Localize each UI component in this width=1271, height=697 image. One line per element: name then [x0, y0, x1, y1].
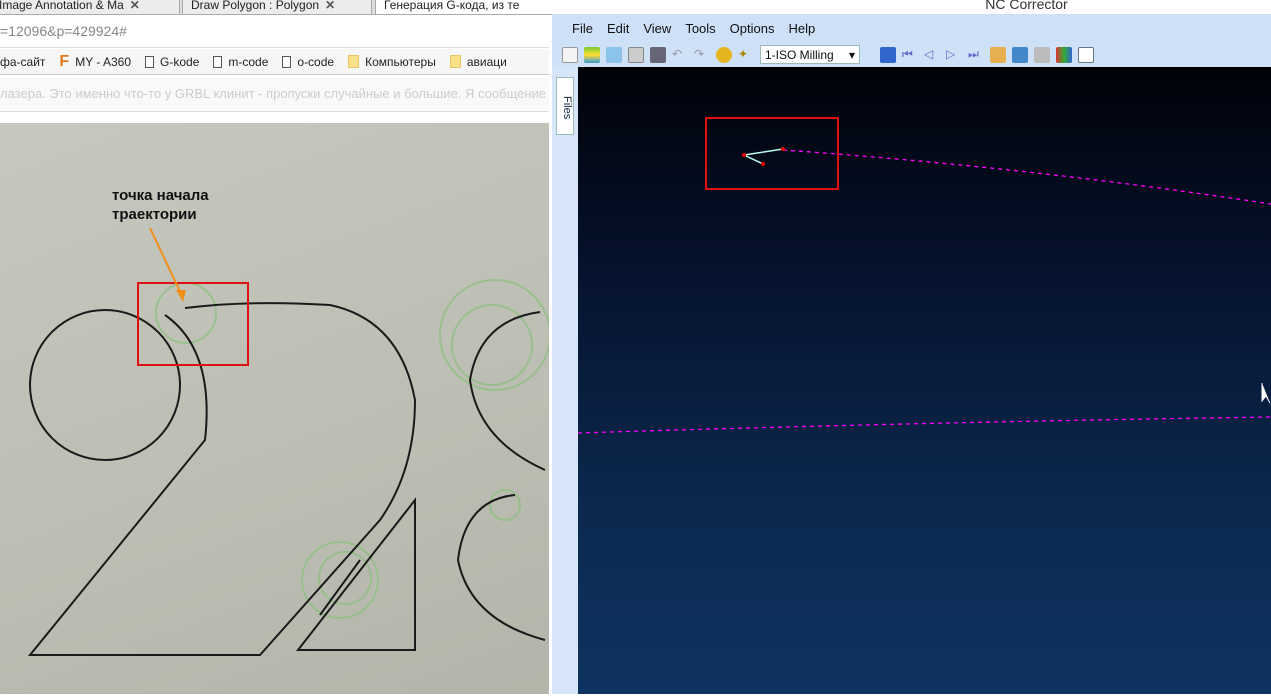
- menu-bar: File Edit View Tools Options Help: [552, 15, 1271, 42]
- page-text: лазера. Это именно что-то у GRBL клинит …: [0, 78, 549, 112]
- menu-view[interactable]: View: [643, 21, 671, 36]
- highlight-box: [705, 117, 839, 190]
- tab-label: Генерация G-кода, из те: [384, 0, 520, 12]
- bookmark[interactable]: фа-сайт: [0, 55, 45, 69]
- toolpath-viewport[interactable]: [577, 67, 1271, 694]
- shapes-icon[interactable]: [1056, 46, 1072, 63]
- menu-tools[interactable]: Tools: [685, 21, 715, 36]
- page-icon: [145, 55, 155, 68]
- mouse-cursor-icon: [1261, 383, 1271, 404]
- browser-window: Image Annotation & Ma ✕ Draw Polygon : Po…: [0, 0, 555, 694]
- browser-tab-strip: Image Annotation & Ma ✕ Draw Polygon : Po…: [0, 0, 555, 15]
- bookmark[interactable]: F MY - A360: [59, 53, 131, 71]
- faded-text: лазера. Это именно что-то у GRBL клинит …: [0, 86, 547, 101]
- window-title: NC Corrector: [552, 0, 1271, 14]
- page-icon: [282, 55, 292, 68]
- chart-icon[interactable]: [1012, 46, 1028, 63]
- next-icon[interactable]: ▷: [946, 47, 962, 63]
- folder-icon: [348, 55, 360, 68]
- slider-icon[interactable]: [880, 46, 896, 63]
- annotation-label: точка начала траектории: [112, 186, 209, 224]
- files-tab[interactable]: Files: [556, 77, 574, 135]
- bookmark-label: MY - A360: [75, 54, 132, 69]
- new-file-icon[interactable]: [562, 46, 578, 63]
- toolpath-start: [743, 148, 784, 165]
- close-icon[interactable]: ✕: [325, 0, 335, 12]
- toolbar: ↶ ↷ ✦ 1-ISO Milling ▾ ⏮ ◁ ▷ ⏭: [552, 42, 1271, 67]
- menu-help[interactable]: Help: [788, 21, 815, 36]
- toolpath-line: [577, 416, 1271, 434]
- window-icon[interactable]: [1078, 46, 1094, 63]
- menu-options[interactable]: Options: [730, 21, 775, 36]
- print-icon[interactable]: [650, 46, 666, 63]
- page-icon: [213, 55, 223, 68]
- machine-select[interactable]: 1-ISO Milling ▾: [760, 45, 860, 64]
- bookmark[interactable]: m-code: [213, 55, 268, 69]
- bookmark-label: фа-сайт: [0, 54, 46, 69]
- drawing-photo: точка начала траектории: [0, 123, 551, 694]
- ruler-icon[interactable]: [990, 46, 1006, 63]
- bookmark[interactable]: o-code: [282, 55, 334, 69]
- address-bar[interactable]: =12096&p=429924#: [0, 16, 549, 48]
- bookmark[interactable]: авиаци: [449, 54, 507, 69]
- close-icon[interactable]: ✕: [130, 0, 140, 12]
- bookmark-label: Компьютеры: [365, 54, 436, 69]
- bookmark[interactable]: G-kode: [145, 55, 199, 69]
- last-icon[interactable]: ⏭: [968, 47, 984, 63]
- bookmark-label: G-kode: [160, 54, 200, 69]
- fusion-icon: F: [59, 52, 70, 70]
- machine-select-value: 1-ISO Milling: [765, 47, 834, 62]
- side-panel: Files: [552, 67, 578, 694]
- tab-label: Draw Polygon : Polygon: [191, 0, 320, 12]
- bug-icon[interactable]: [716, 46, 732, 63]
- annotation-line: траектории: [112, 206, 197, 223]
- bookmark-label: авиаци: [466, 54, 507, 69]
- tab-label: Image Annotation & Ma: [0, 0, 124, 12]
- first-icon[interactable]: ⏮: [902, 47, 918, 63]
- prev-icon[interactable]: ◁: [924, 47, 940, 63]
- folder-icon: [449, 55, 461, 68]
- annotation-line: точка начала: [112, 187, 209, 204]
- toolpath-canvas: [577, 117, 1271, 434]
- bookmark-label: o-code: [297, 54, 335, 69]
- bookmark-label: m-code: [228, 54, 269, 69]
- calculator-icon[interactable]: [1034, 46, 1050, 63]
- open-file-icon[interactable]: [606, 46, 622, 63]
- url-text: =12096&p=429924#: [0, 23, 127, 39]
- browser-tab-active[interactable]: Генерация G-кода, из те: [375, 0, 555, 15]
- wand-icon[interactable]: ✦: [738, 47, 754, 63]
- undo-icon[interactable]: ↶: [672, 47, 688, 63]
- browser-tab[interactable]: Image Annotation & Ma ✕: [0, 0, 180, 15]
- layers-icon[interactable]: [584, 46, 600, 63]
- browser-tab[interactable]: Draw Polygon : Polygon ✕: [182, 0, 372, 15]
- save-icon[interactable]: [628, 46, 644, 63]
- highlight-box: [137, 282, 249, 366]
- bookmark[interactable]: Компьютеры: [348, 55, 436, 69]
- drawing-sketch: [27, 227, 551, 656]
- nc-corrector-window: NC Corrector File Edit View Tools Option…: [552, 0, 1271, 694]
- menu-edit[interactable]: Edit: [607, 21, 629, 36]
- redo-icon[interactable]: ↷: [694, 47, 710, 63]
- menu-file[interactable]: File: [572, 21, 593, 36]
- toolpath-line: [782, 149, 1271, 205]
- bookmarks-bar: фа-сайт F MY - A360 G-kode m-code o-code …: [0, 49, 549, 75]
- chevron-down-icon: ▾: [848, 47, 855, 62]
